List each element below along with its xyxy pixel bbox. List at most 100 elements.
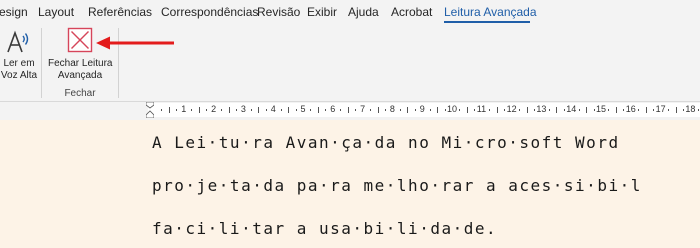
close-reader-label-line2: Avançada — [57, 70, 103, 81]
ruler-tick — [526, 107, 528, 113]
tab-design[interactable]: esign — [0, 5, 28, 19]
tab-references[interactable]: Referências — [88, 5, 152, 19]
tab-acrobat[interactable]: Acrobat — [391, 5, 432, 19]
indent-marker-icon[interactable] — [146, 102, 154, 118]
ruler-tick — [653, 109, 655, 111]
ruler-number: 16 — [625, 104, 636, 114]
ribbon-tab-bar: esign Layout Referências Correspondência… — [0, 0, 700, 25]
tab-review[interactable]: Revisão — [257, 5, 300, 19]
ruler-tick — [288, 107, 290, 113]
ruler-tick — [586, 107, 588, 113]
ruler-tick — [697, 109, 699, 111]
ruler-tick — [668, 109, 670, 111]
document-line: A Lei·tu·ra Avan·ça·da no Mi·cro·soft Wo… — [152, 133, 620, 152]
tab-immersive-reader[interactable]: Leitura Avançada — [444, 5, 537, 19]
active-tab-indicator — [444, 21, 530, 23]
ruler-tick — [228, 107, 230, 113]
ruler-number: 1 — [181, 104, 187, 114]
ruler-tick — [258, 107, 260, 113]
ribbon-panel: Ler em Voz Alta Fechar Leitura Avançada … — [0, 25, 700, 102]
ruler-number: 17 — [655, 104, 666, 114]
ruler-tick — [474, 109, 476, 111]
ruler-tick — [384, 109, 386, 111]
ruler-number: 11 — [476, 104, 487, 114]
ruler-tick — [593, 109, 595, 111]
ruler-tick — [429, 109, 431, 111]
ruler-number: 10 — [447, 104, 458, 114]
tab-help[interactable]: Ajuda — [348, 5, 379, 19]
ruler-tick — [437, 107, 439, 113]
ruler-tick — [466, 107, 468, 113]
read-aloud-label-line1: Ler em — [3, 58, 35, 69]
ruler-tick — [370, 109, 372, 111]
ruler-number: 3 — [240, 104, 246, 114]
ruler-tick — [444, 109, 446, 111]
ruler-number: 2 — [211, 104, 217, 114]
ruler-tick — [407, 107, 409, 113]
ruler-tick — [489, 109, 491, 111]
tab-mailings[interactable]: Correspondências — [161, 5, 258, 19]
ruler-tick — [347, 107, 349, 113]
ruler-tick — [355, 109, 357, 111]
ruler-tick — [295, 109, 297, 111]
ruler-tick — [250, 109, 252, 111]
ruler-number: 5 — [300, 104, 306, 114]
ruler-tick — [377, 107, 379, 113]
ruler-tick — [280, 109, 282, 111]
ruler-number: 18 — [685, 104, 696, 114]
close-reader-label-line1: Fechar Leitura — [48, 58, 113, 69]
ruler-number: 14 — [566, 104, 577, 114]
ruler-tick — [340, 109, 342, 111]
ruler-tick — [608, 109, 610, 111]
ruler-tick — [556, 107, 558, 113]
ruler-number: 13 — [536, 104, 547, 114]
ruler-tick — [496, 107, 498, 113]
ruler-tick — [533, 109, 535, 111]
ruler-tick — [235, 109, 237, 111]
ruler-tick — [578, 109, 580, 111]
ruler-scale: 1 2 3 4 5 6 7 8 9 10 11 12 13 14 15 16 17 18 — [148, 103, 700, 117]
ruler-tick — [310, 109, 312, 111]
ruler-number: 6 — [330, 104, 336, 114]
ruler-tick — [563, 109, 565, 111]
ruler-tick — [645, 107, 647, 113]
ruler-number: 4 — [270, 104, 276, 114]
ruler-tick — [198, 107, 200, 113]
document-page[interactable]: A Lei·tu·ra Avan·ça·da no Mi·cro·soft Wo… — [0, 120, 700, 248]
ruler-tick — [325, 109, 327, 111]
ruler-tick — [638, 109, 640, 111]
read-aloud-icon — [7, 30, 29, 53]
ruler-tick — [623, 109, 625, 111]
ruler-tick — [399, 109, 401, 111]
ruler-tick — [221, 109, 223, 111]
tab-view[interactable]: Exibir — [307, 5, 337, 19]
ruler-number: 7 — [360, 104, 366, 114]
group-separator — [41, 28, 42, 98]
horizontal-ruler[interactable]: 1 2 3 4 5 6 7 8 9 10 11 12 13 14 15 16 17 18 — [0, 102, 700, 120]
ruler-tick — [191, 109, 193, 111]
ruler-tick — [265, 109, 267, 111]
tab-layout[interactable]: Layout — [38, 5, 74, 19]
document-line: pro·je·ta·da pa·ra me·lho·rar a aces·si·… — [152, 176, 642, 195]
ruler-tick — [161, 109, 163, 111]
ruler-tick — [504, 109, 506, 111]
ruler-number: 12 — [506, 104, 517, 114]
ruler-tick — [168, 107, 170, 113]
ruler-number: 15 — [596, 104, 607, 114]
ruler-number: 9 — [419, 104, 425, 114]
read-aloud-label-line2: Voz Alta — [0, 70, 38, 81]
close-icon — [67, 27, 93, 53]
ruler-tick — [675, 107, 677, 113]
ruler-tick — [519, 109, 521, 111]
ruler-tick — [414, 109, 416, 111]
ruler-tick — [206, 109, 208, 111]
ruler-tick — [459, 109, 461, 111]
group-label-close: Fechar — [64, 88, 96, 99]
ruler-number: 8 — [389, 104, 395, 114]
annotation-arrow-icon — [96, 36, 174, 50]
ruler-tick — [615, 107, 617, 113]
ruler-tick — [548, 109, 550, 111]
document-line: fa·ci·li·tar a usa·bi·li·da·de. — [152, 219, 498, 238]
ruler-tick — [682, 109, 684, 111]
ruler-tick — [317, 107, 319, 113]
